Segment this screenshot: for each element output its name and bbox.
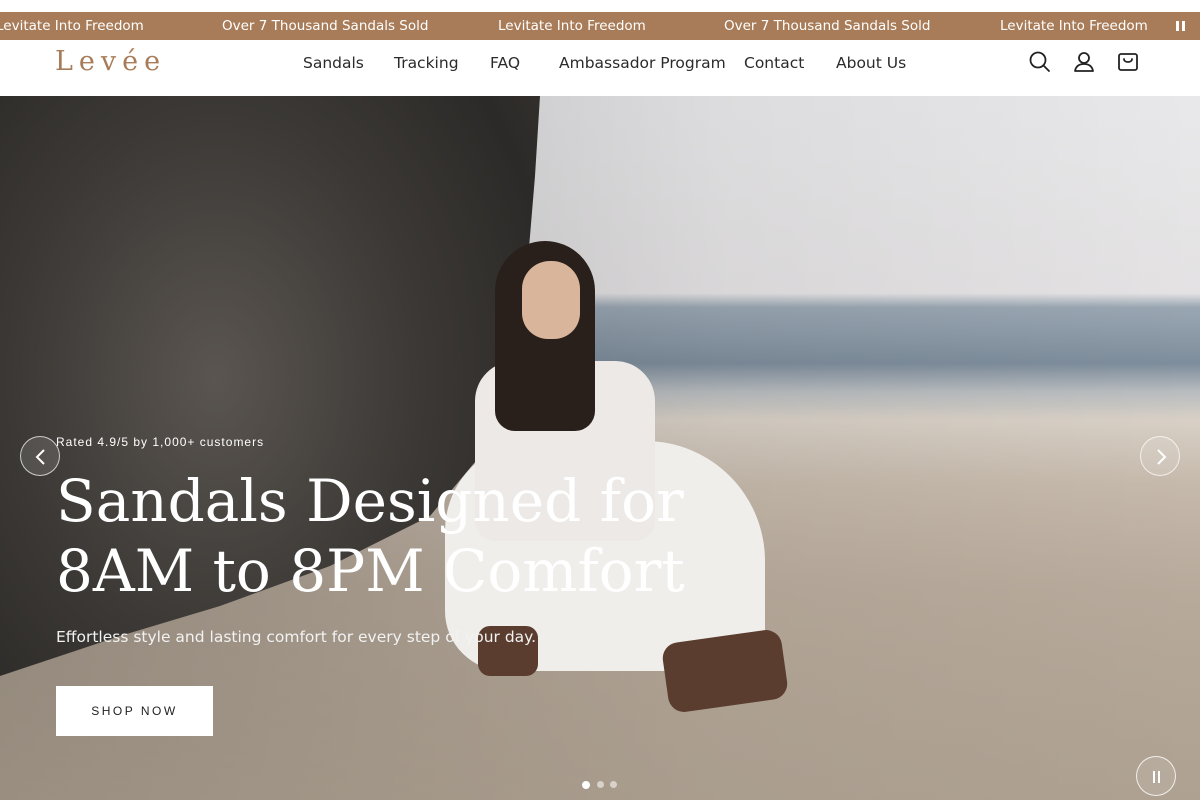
slide-prev-button[interactable] bbox=[20, 436, 60, 476]
nav-item-contact[interactable]: Contact bbox=[744, 54, 804, 72]
account-icon[interactable] bbox=[1072, 50, 1096, 74]
slide-dot-2[interactable] bbox=[597, 781, 604, 788]
chevron-left-icon bbox=[35, 449, 45, 465]
announcement-item: Levitate Into Freedom bbox=[0, 18, 144, 34]
nav-item-about-us[interactable]: About Us bbox=[836, 54, 906, 72]
chevron-right-icon bbox=[1157, 449, 1167, 465]
announcement-item: Levitate Into Freedom bbox=[498, 18, 646, 34]
announcement-item: Over 7 Thousand Sandals Sold bbox=[222, 18, 429, 34]
slide-next-button[interactable] bbox=[1140, 436, 1180, 476]
nav-item-sandals[interactable]: Sandals bbox=[303, 54, 364, 72]
brand-logo[interactable]: Levée bbox=[55, 46, 166, 77]
nav-item-faq[interactable]: FAQ bbox=[490, 54, 520, 72]
hero-headline-line1: Sandals Designed for bbox=[56, 467, 684, 535]
announcement-item: Over 7 Thousand Sandals Sold bbox=[724, 18, 931, 34]
slideshow-pause-button[interactable] bbox=[1136, 756, 1176, 796]
slide-dot-3[interactable] bbox=[610, 781, 617, 788]
nav-item-ambassador-program[interactable]: Ambassador Program bbox=[559, 54, 726, 72]
announcement-item: Levitate Into Freedom bbox=[1000, 18, 1148, 34]
announcement-bar: Levitate Into Freedom Over 7 Thousand Sa… bbox=[0, 0, 1200, 40]
hero-subtext: Effortless style and lasting comfort for… bbox=[56, 628, 537, 646]
hero-headline-line2: 8AM to 8PM Comfort bbox=[56, 537, 685, 605]
cart-icon[interactable] bbox=[1116, 50, 1140, 74]
nav-item-tracking[interactable]: Tracking bbox=[394, 54, 459, 72]
site-header: Levée Sandals Tracking FAQ Ambassador Pr… bbox=[0, 40, 1200, 96]
slide-dot-1[interactable] bbox=[582, 781, 590, 789]
rating-text: Rated 4.9/5 by 1,000+ customers bbox=[56, 435, 265, 449]
search-icon[interactable] bbox=[1028, 50, 1052, 74]
shop-now-button[interactable]: SHOP NOW bbox=[56, 686, 213, 736]
pause-icon[interactable] bbox=[1176, 21, 1186, 31]
hero-headline: Sandals Designed for 8AM to 8PM Comfort bbox=[56, 466, 696, 606]
announcement-strip: Levitate Into Freedom Over 7 Thousand Sa… bbox=[0, 12, 1200, 40]
hero-banner: Rated 4.9/5 by 1,000+ customers Sandals … bbox=[0, 96, 1200, 800]
